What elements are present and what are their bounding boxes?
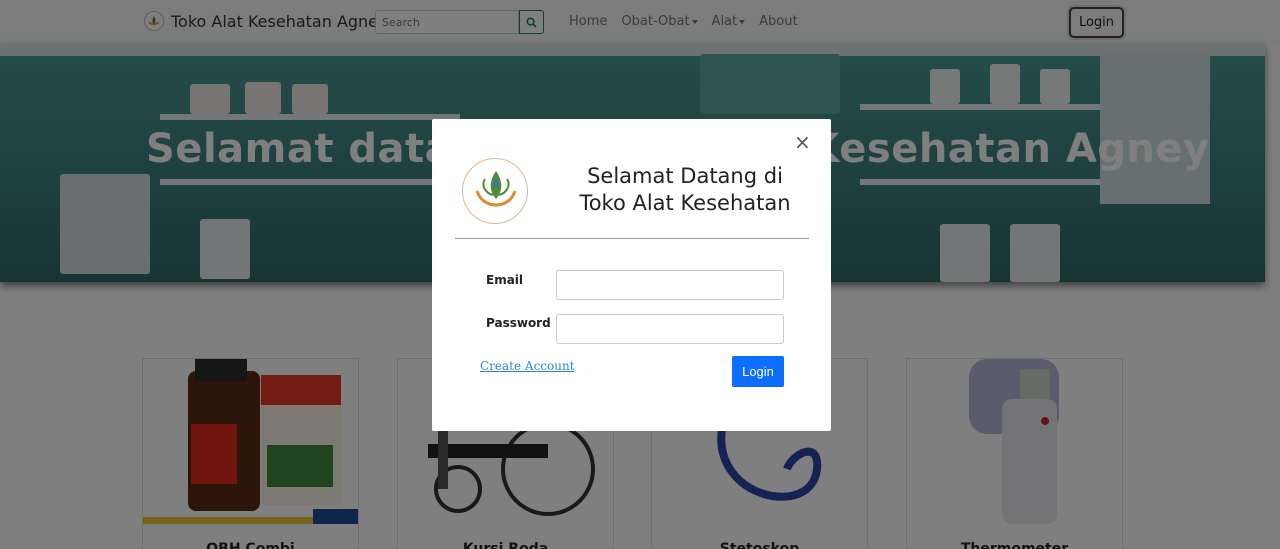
email-field[interactable] (556, 270, 784, 300)
modal-divider (455, 238, 809, 239)
modal-title: Selamat Datang di Toko Alat Kesehatan (579, 164, 791, 215)
email-label: Email (486, 273, 524, 287)
close-icon[interactable]: × (794, 132, 811, 152)
store-logo (462, 158, 528, 224)
password-label: Password (486, 316, 551, 330)
password-field[interactable] (556, 314, 784, 344)
login-button[interactable]: Login (732, 356, 784, 387)
login-modal: × Selamat Datang di Toko Alat Kesehatan … (432, 119, 831, 431)
create-account-link[interactable]: Create Account (480, 359, 575, 373)
